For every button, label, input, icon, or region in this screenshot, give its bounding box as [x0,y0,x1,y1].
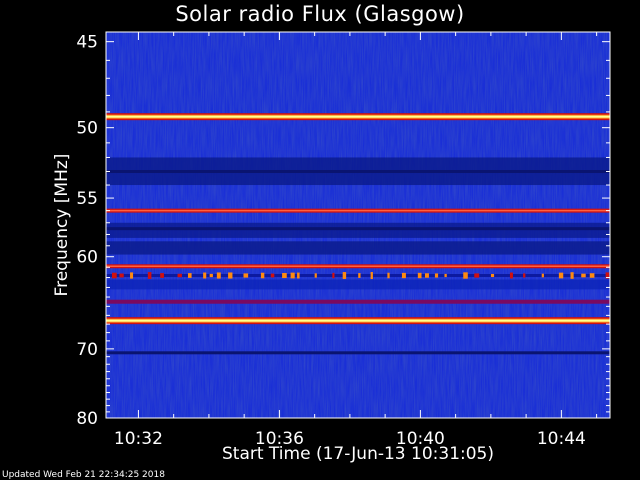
burst-mark [570,272,574,279]
burst-mark [243,273,249,278]
burst-mark [581,273,586,278]
burst-mark [401,272,406,279]
burst-mark [370,272,373,279]
y-tick-label: 45 [76,33,98,53]
dark-lane [106,279,610,290]
burst-mark [282,272,287,279]
burst-mark [228,272,233,279]
burst-mark [387,272,390,279]
spectrogram-plot: 455055607080 10:32 10:36 10:40 10:44 [76,31,611,449]
burst-mark [444,273,447,278]
burst-mark [177,273,182,278]
burst-mark [490,273,495,278]
plot-area [106,32,610,418]
burst-mark [509,272,513,279]
burst-mark [589,273,595,278]
burst-mark [187,273,192,278]
burst-mark [290,272,295,279]
emission-band [106,265,610,267]
emission-band [106,227,610,231]
x-axis-label: Start Time (17-Jun-13 10:31:05) [222,444,494,464]
burst-mark [147,272,152,279]
burst-mark [332,272,335,279]
burst-mark [203,272,207,279]
y-axis-label: Frequency [MHz] [52,153,72,297]
burst-mark [130,272,134,279]
dark-lane [106,241,610,255]
burst-mark [270,273,275,278]
emission-band [106,351,610,355]
burst-mark [342,272,347,279]
burst-mark [314,273,317,278]
burst-mark [260,272,265,279]
burst-mark [209,273,213,278]
emission-band [106,319,610,322]
burst-mark [160,273,164,278]
burst-mark [474,273,480,278]
updated-timestamp: Updated Wed Feb 21 22:34:25 2018 [2,470,165,480]
y-tick-label: 55 [76,189,98,209]
burst-mark [119,273,124,278]
y-tick-label: 70 [76,340,98,360]
y-tick-label: 50 [76,119,98,139]
burst-mark [417,272,422,279]
emission-band [106,170,610,174]
burst-mark [112,272,117,279]
burst-mark [297,272,300,279]
burst-mark [463,272,468,279]
burst-mark [358,273,361,278]
burst-mark [558,272,564,279]
emission-band [106,299,610,304]
burst-mark [523,273,526,278]
y-tick-label: 80 [76,409,98,429]
dark-lane [106,222,610,238]
burst-mark [424,273,429,278]
burst-mark [216,272,221,279]
burst-mark [434,273,439,278]
burst-mark [541,273,544,278]
emission-band [106,115,610,118]
y-tick-label: 60 [76,248,98,268]
emission-band [106,209,610,212]
